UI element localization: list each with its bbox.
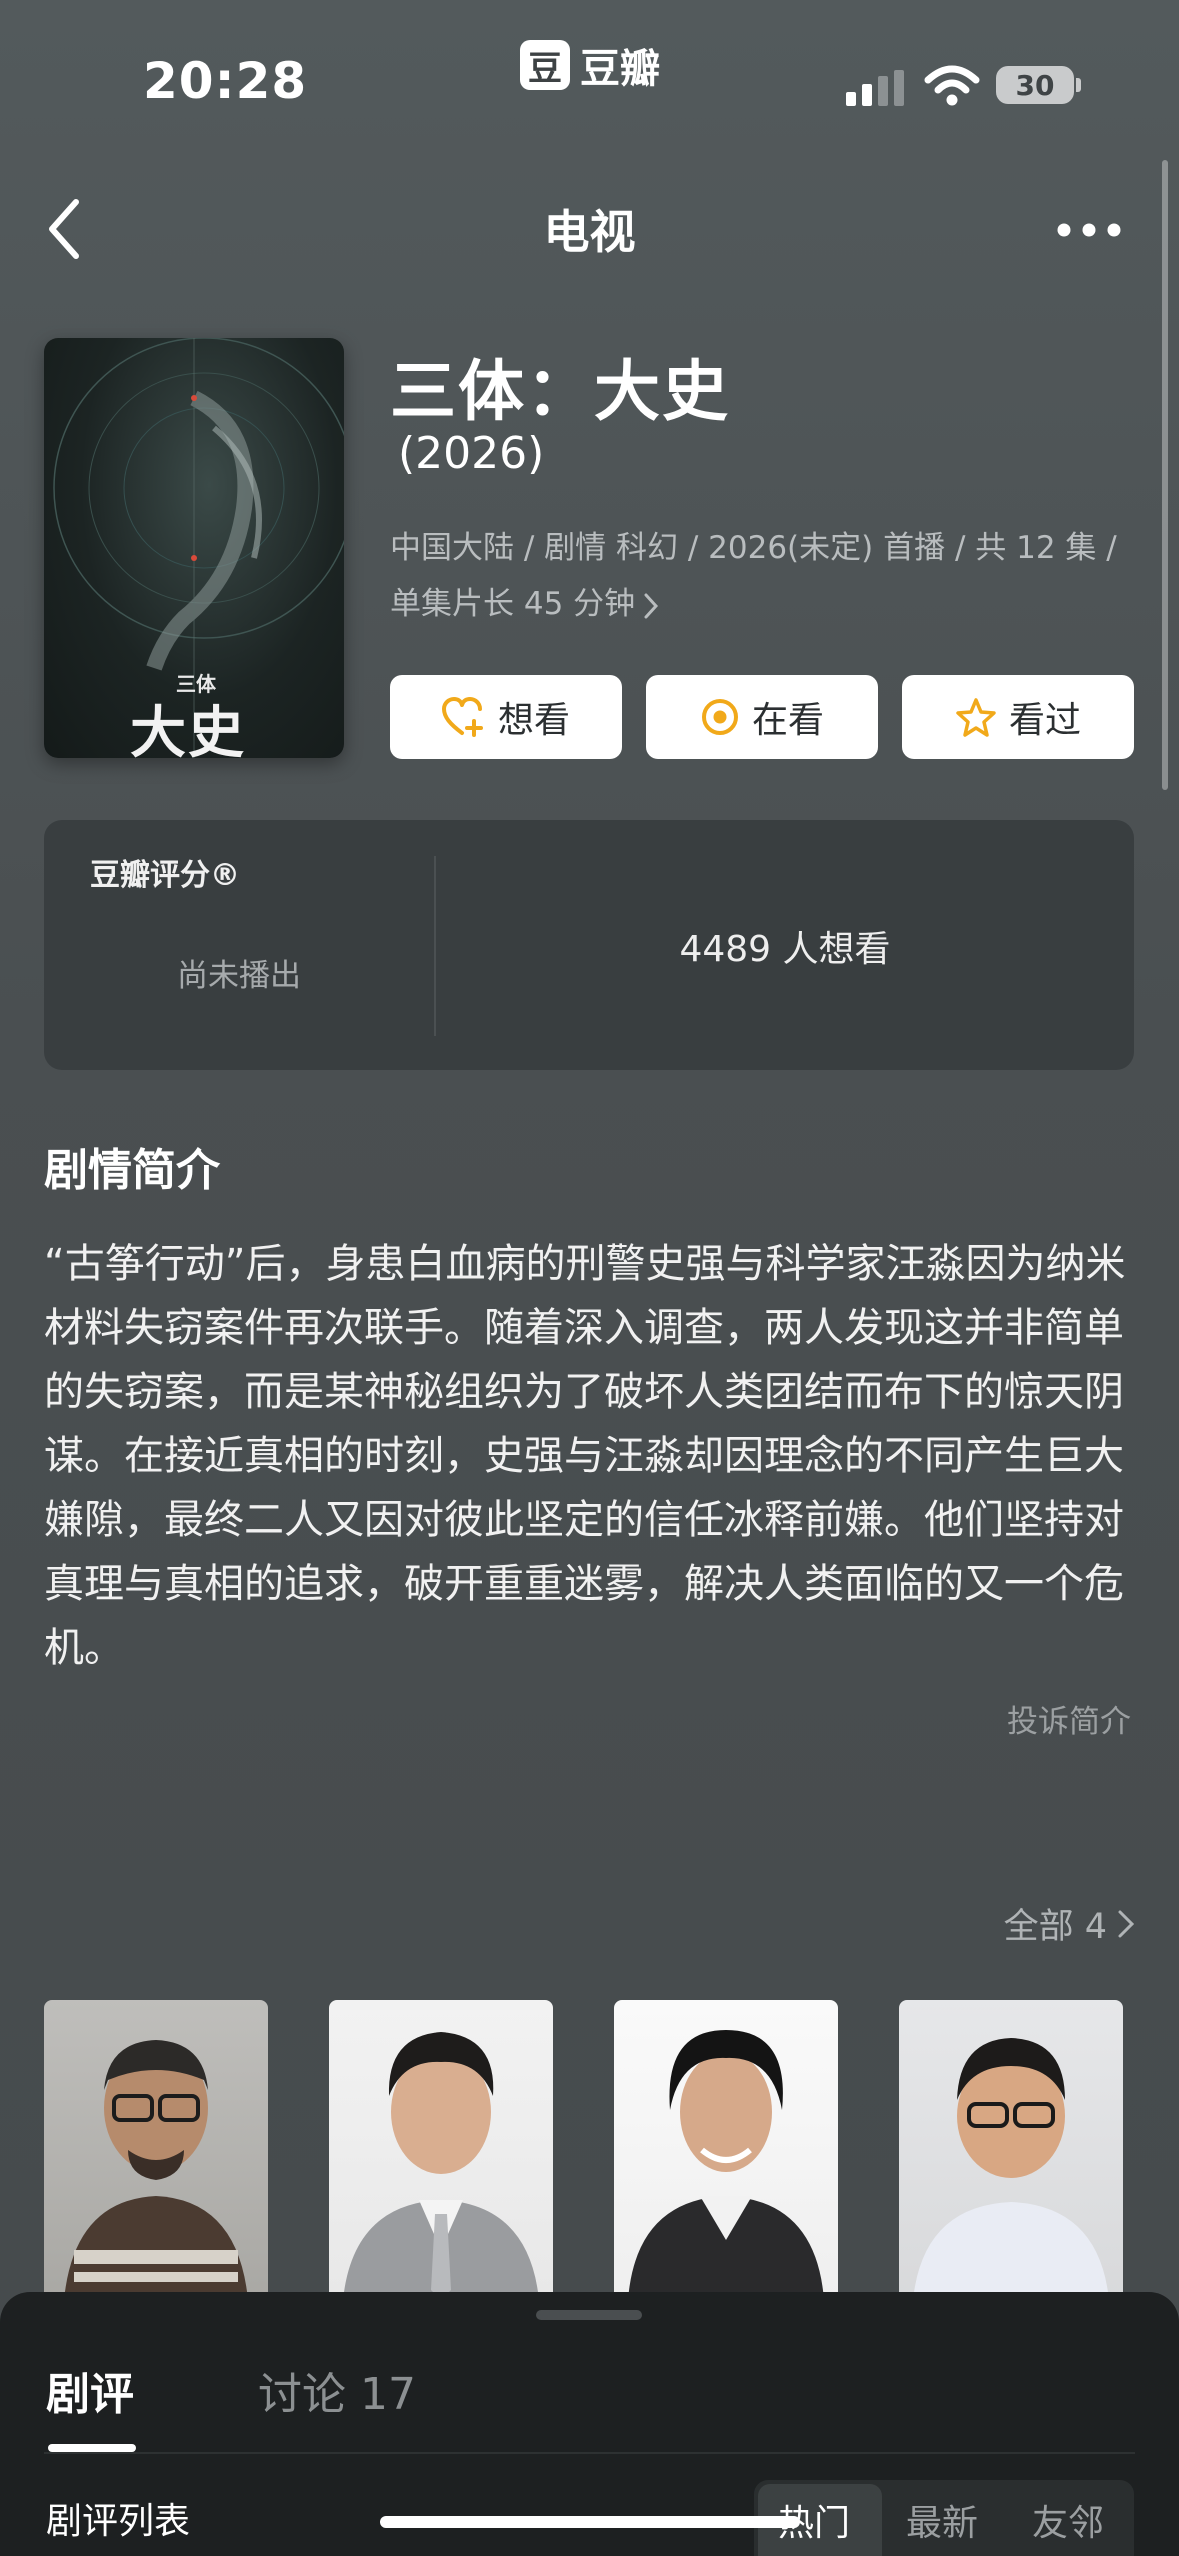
cast-photo[interactable] — [614, 2000, 838, 2300]
watching-label: 在看 — [751, 700, 824, 741]
synopsis-title: 剧情简介 — [44, 1145, 220, 1196]
tab-active-indicator — [48, 2444, 136, 2452]
nav-title: 电视 — [543, 205, 636, 259]
synopsis-text: “古筝行动”后，身患白血病的刑警史强与科学家汪淼因为纳米材料失窃案件再次联手。随… — [44, 1241, 1126, 1671]
sheet-drag-handle[interactable] — [536, 2310, 642, 2320]
sheet-divider — [44, 2452, 1135, 2454]
watched-button[interactable]: 看过 — [902, 675, 1134, 759]
cast-photo[interactable] — [899, 2000, 1123, 2300]
app-badge: 豆 豆瓣 — [520, 36, 660, 94]
douban-logo-icon: 豆 — [520, 40, 570, 90]
cast-portrait-image — [343, 2032, 539, 2300]
cast-portrait-image — [64, 2040, 248, 2300]
cast-portrait-image — [628, 2030, 824, 2300]
poster-title-text: 大史 — [130, 701, 246, 758]
show-year: (2026) — [398, 428, 545, 479]
cast-photo[interactable] — [329, 2000, 553, 2300]
show-meta-text: 中国大陆 / 剧情 科幻 / 2026(未定) 首播 / 共 12 集 / 单集… — [390, 530, 1117, 622]
want-count: 4489 人想看 — [679, 929, 891, 970]
app-name: 豆瓣 — [580, 46, 660, 92]
show-meta[interactable]: 中国大陆 / 剧情 科幻 / 2026(未定) 首播 / 共 12 集 / 单集… — [390, 520, 1130, 632]
home-indicator[interactable] — [380, 2516, 800, 2528]
poster-image[interactable]: 三体 大史 — [44, 338, 344, 758]
star-icon — [956, 698, 996, 737]
tab-discussion[interactable]: 讨论 17 — [258, 2358, 416, 2422]
status-time: 20:28 — [143, 52, 308, 110]
rating-label: 豆瓣评分® — [90, 858, 240, 893]
rating-card[interactable]: 豆瓣评分® 尚未播出 4489 人想看 — [44, 820, 1134, 1070]
report-synopsis-link[interactable]: 投诉简介 — [1007, 1696, 1131, 1741]
cellular-signal-icon — [846, 70, 904, 106]
show-title: 三体：大史 — [390, 353, 730, 430]
cast-all-label: 全部 4 — [1003, 1907, 1107, 1947]
battery-icon: 30 — [996, 66, 1074, 104]
want-to-watch-button[interactable]: 想看 — [390, 675, 622, 759]
rating-status: 尚未播出 — [177, 958, 301, 994]
watching-button[interactable]: 在看 — [646, 675, 878, 759]
battery-cap — [1076, 78, 1081, 92]
wifi-icon — [924, 65, 980, 106]
sort-segmented-control[interactable]: 热门 最新 友邻 — [754, 2480, 1134, 2556]
review-list-label: 剧评列表 — [46, 2501, 191, 2542]
sort-option-latest[interactable]: 最新 — [906, 2494, 978, 2546]
tab-reviews[interactable]: 剧评 — [46, 2358, 134, 2422]
chevron-right-icon — [644, 593, 659, 618]
target-icon — [701, 699, 738, 735]
chevron-right-icon — [1118, 1910, 1135, 1937]
more-ellipsis-icon[interactable] — [1056, 222, 1122, 238]
watched-label: 看过 — [1008, 700, 1081, 741]
heart-plus-icon — [441, 697, 483, 737]
cast-portrait-image — [913, 2038, 1109, 2300]
cast-all-link[interactable]: 全部 4 — [1004, 1898, 1135, 1949]
cast-photo[interactable] — [44, 2000, 268, 2300]
sort-option-friends[interactable]: 友邻 — [1032, 2494, 1104, 2546]
want-to-watch-label: 想看 — [497, 700, 570, 741]
page: 20:28 豆 豆瓣 30 电视 三体 大史 三体：大史 (2026) 中国大陆… — [0, 0, 1179, 2556]
scroll-indicator[interactable] — [1162, 160, 1168, 790]
